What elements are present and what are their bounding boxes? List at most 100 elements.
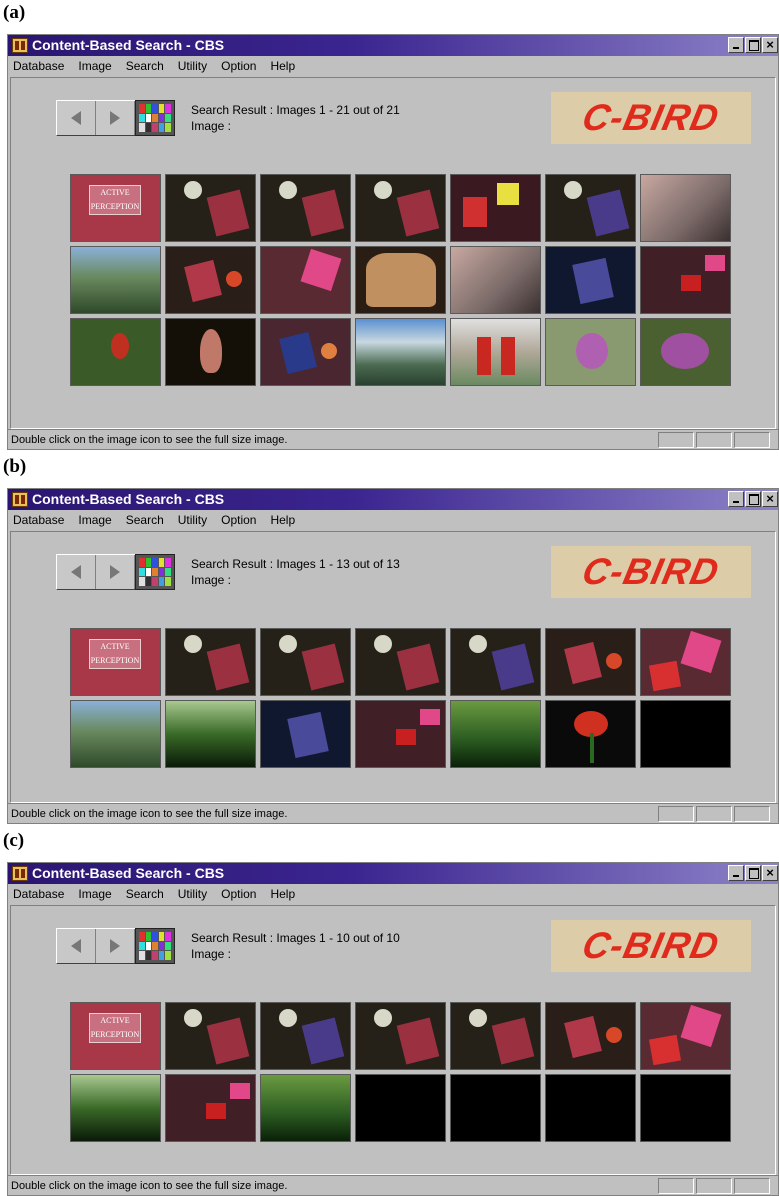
title-bar[interactable]: Content-Based Search - CBS × <box>8 863 778 884</box>
image-thumbnail[interactable] <box>545 174 636 242</box>
menu-utility[interactable]: Utility <box>178 513 207 527</box>
minimize-button[interactable] <box>728 865 744 881</box>
search-result-info: Search Result : Images 1 - 10 out of 10 … <box>191 930 400 962</box>
left-arrow-icon[interactable] <box>57 555 96 589</box>
image-thumbnail[interactable] <box>70 1074 161 1142</box>
image-thumbnail[interactable] <box>260 1002 351 1070</box>
menu-database[interactable]: Database <box>13 513 64 527</box>
menu-image[interactable]: Image <box>78 513 111 527</box>
image-thumbnail[interactable]: ACTIVE PERCEPTION <box>70 1002 161 1070</box>
status-cell <box>696 806 732 822</box>
left-arrow-icon[interactable] <box>57 929 96 963</box>
cbs-window-b: Content-Based Search - CBS × Database Im… <box>7 488 779 824</box>
minimize-button[interactable] <box>728 37 744 53</box>
search-result-count: Search Result : Images 1 - 13 out of 13 <box>191 557 400 571</box>
menu-help[interactable]: Help <box>270 513 295 527</box>
image-thumbnail[interactable] <box>640 246 731 314</box>
close-button[interactable]: × <box>762 37 778 53</box>
menu-utility[interactable]: Utility <box>178 59 207 73</box>
image-thumbnail[interactable] <box>355 628 446 696</box>
image-thumbnail[interactable] <box>640 1002 731 1070</box>
menu-option[interactable]: Option <box>221 59 256 73</box>
book-title-line1: ACTIVE <box>100 642 130 651</box>
menu-help[interactable]: Help <box>270 887 295 901</box>
image-thumbnail[interactable] <box>450 246 541 314</box>
image-thumbnail[interactable] <box>70 318 161 386</box>
image-thumbnail[interactable] <box>260 1074 351 1142</box>
image-thumbnail[interactable] <box>355 174 446 242</box>
book-title-line1: ACTIVE <box>100 1016 130 1025</box>
left-arrow-icon[interactable] <box>57 101 96 135</box>
image-thumbnail[interactable] <box>450 628 541 696</box>
image-thumbnail[interactable] <box>165 700 256 768</box>
logo-text: C-BIRD <box>578 97 724 138</box>
image-thumbnail[interactable] <box>640 628 731 696</box>
title-bar[interactable]: Content-Based Search - CBS × <box>8 35 778 56</box>
thumbnail-grid: ACTIVE PERCEPTION <box>70 628 735 768</box>
image-thumbnail[interactable] <box>545 628 636 696</box>
color-palette-icon[interactable] <box>135 554 175 590</box>
image-thumbnail[interactable] <box>70 700 161 768</box>
image-thumbnail[interactable] <box>260 700 351 768</box>
window-title: Content-Based Search - CBS <box>32 37 225 53</box>
status-cell <box>658 432 694 448</box>
right-arrow-icon[interactable] <box>96 929 135 963</box>
image-thumbnail[interactable] <box>260 318 351 386</box>
image-thumbnail[interactable] <box>165 1074 256 1142</box>
maximize-button[interactable] <box>745 865 761 881</box>
menu-search[interactable]: Search <box>126 513 164 527</box>
minimize-button[interactable] <box>728 491 744 507</box>
menu-database[interactable]: Database <box>13 59 64 73</box>
empty-thumbnail-slot <box>640 1074 731 1142</box>
right-arrow-icon[interactable] <box>96 555 135 589</box>
image-thumbnail[interactable] <box>165 1002 256 1070</box>
image-thumbnail[interactable] <box>545 318 636 386</box>
window-title: Content-Based Search - CBS <box>32 865 225 881</box>
menu-image[interactable]: Image <box>78 59 111 73</box>
image-thumbnail[interactable] <box>165 318 256 386</box>
right-arrow-icon[interactable] <box>96 101 135 135</box>
image-thumbnail[interactable] <box>450 174 541 242</box>
menu-search[interactable]: Search <box>126 887 164 901</box>
menu-utility[interactable]: Utility <box>178 887 207 901</box>
image-thumbnail[interactable] <box>545 700 636 768</box>
color-palette-icon[interactable] <box>135 100 175 136</box>
image-thumbnail[interactable] <box>355 700 446 768</box>
image-thumbnail[interactable] <box>355 246 446 314</box>
menu-image[interactable]: Image <box>78 887 111 901</box>
image-thumbnail[interactable] <box>165 174 256 242</box>
image-thumbnail[interactable] <box>355 1002 446 1070</box>
close-button[interactable]: × <box>762 491 778 507</box>
image-thumbnail[interactable] <box>545 246 636 314</box>
image-thumbnail[interactable] <box>545 1002 636 1070</box>
maximize-button[interactable] <box>745 37 761 53</box>
image-thumbnail[interactable] <box>450 318 541 386</box>
image-thumbnail[interactable] <box>165 628 256 696</box>
c-bird-logo: C-BIRD <box>551 92 751 144</box>
menu-search[interactable]: Search <box>126 59 164 73</box>
cbs-app-icon[interactable] <box>12 866 28 881</box>
menu-option[interactable]: Option <box>221 887 256 901</box>
image-thumbnail[interactable] <box>640 318 731 386</box>
image-thumbnail[interactable]: ACTIVE PERCEPTION <box>70 174 161 242</box>
menu-help[interactable]: Help <box>270 59 295 73</box>
image-thumbnail[interactable] <box>260 246 351 314</box>
image-thumbnail[interactable] <box>260 174 351 242</box>
close-button[interactable]: × <box>762 865 778 881</box>
menu-option[interactable]: Option <box>221 513 256 527</box>
image-thumbnail[interactable] <box>260 628 351 696</box>
image-thumbnail[interactable] <box>450 700 541 768</box>
image-thumbnail[interactable]: ACTIVE PERCEPTION <box>70 628 161 696</box>
cbs-app-icon[interactable] <box>12 492 28 507</box>
image-thumbnail[interactable] <box>640 174 731 242</box>
menu-database[interactable]: Database <box>13 887 64 901</box>
image-thumbnail[interactable] <box>355 318 446 386</box>
cbs-app-icon[interactable] <box>12 38 28 53</box>
image-thumbnail[interactable] <box>70 246 161 314</box>
title-bar[interactable]: Content-Based Search - CBS × <box>8 489 778 510</box>
color-palette-icon[interactable] <box>135 928 175 964</box>
image-thumbnail[interactable] <box>165 246 256 314</box>
image-thumbnail[interactable] <box>450 1002 541 1070</box>
book-title-line2: PERCEPTION <box>90 656 140 665</box>
maximize-button[interactable] <box>745 491 761 507</box>
